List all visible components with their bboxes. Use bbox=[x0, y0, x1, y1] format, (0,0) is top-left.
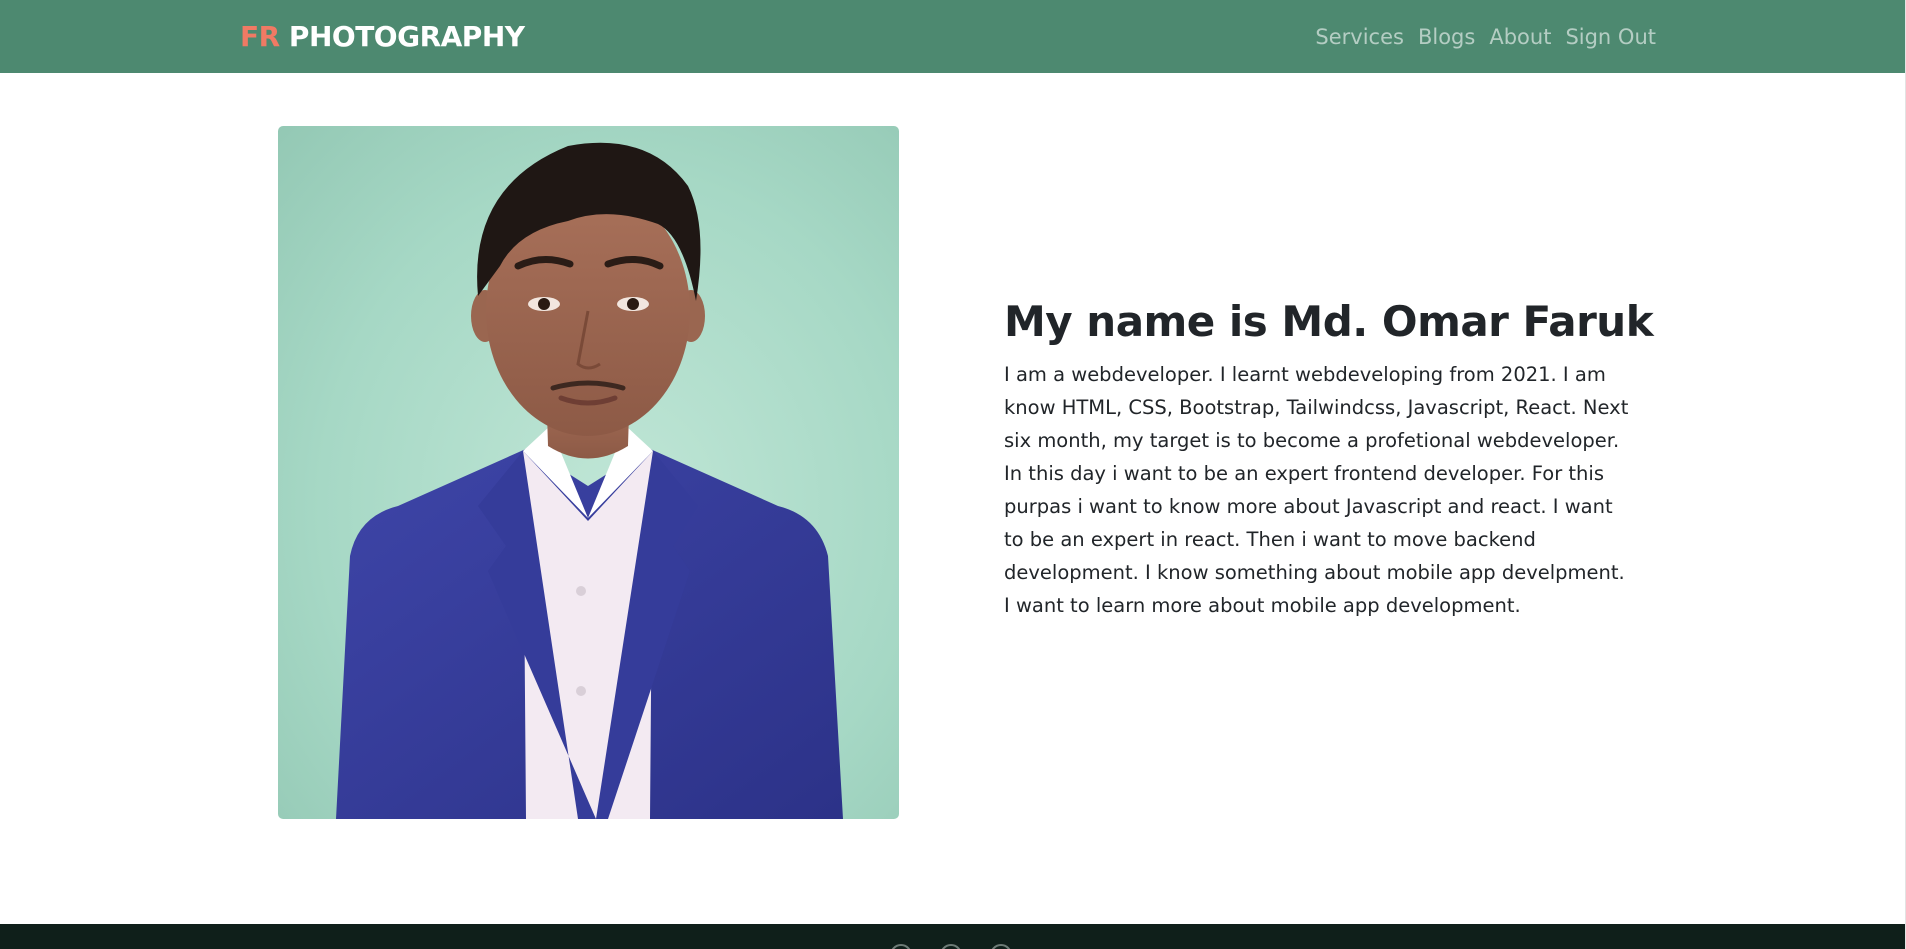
brand-name-text: PHOTOGRAPHY bbox=[279, 20, 525, 53]
brand-logo[interactable]: FR PHOTOGRAPHY bbox=[240, 0, 525, 73]
navbar: FR PHOTOGRAPHY Services Blogs About Sign… bbox=[0, 0, 1906, 73]
nav-link-services[interactable]: Services bbox=[1308, 25, 1411, 49]
bio-description: I am a webdeveloper. I learnt webdevelop… bbox=[1004, 363, 1629, 617]
social-icon[interactable] bbox=[890, 944, 912, 949]
brand-accent-text: FR bbox=[240, 20, 280, 53]
profile-photo bbox=[278, 126, 899, 819]
social-icon[interactable] bbox=[940, 944, 962, 949]
nav-link-about[interactable]: About bbox=[1482, 25, 1558, 49]
social-icon[interactable] bbox=[990, 944, 1012, 949]
page: FR PHOTOGRAPHY Services Blogs About Sign… bbox=[0, 0, 1906, 949]
bio-section: My name is Md. Omar Faruk I am a webdeve… bbox=[1004, 296, 1654, 622]
nav-link-blogs[interactable]: Blogs bbox=[1411, 25, 1482, 49]
bio-title: My name is Md. Omar Faruk bbox=[1004, 297, 1654, 346]
nav-link-sign-out[interactable]: Sign Out bbox=[1558, 25, 1656, 49]
footer bbox=[0, 924, 1906, 949]
nav-links: Services Blogs About Sign Out bbox=[1308, 0, 1656, 73]
